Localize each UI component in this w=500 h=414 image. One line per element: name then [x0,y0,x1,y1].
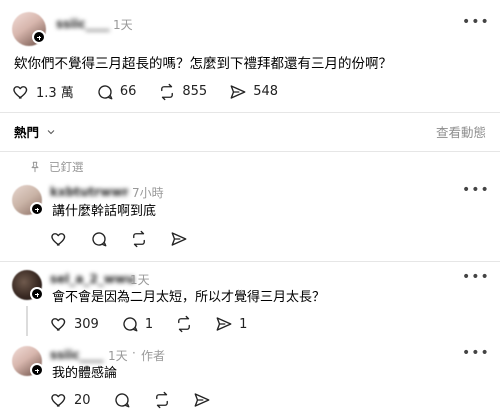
more-options-icon[interactable]: ••• [462,14,490,30]
reply-timestamp: 1天 [130,273,150,287]
like-button[interactable]: 1.3 萬 [12,82,74,101]
reply-username[interactable]: sel_a_2_wwu [50,272,135,286]
heart-icon [51,394,66,407]
more-options-icon[interactable]: ••• [462,345,490,361]
comment-icon [98,84,113,99]
repost-icon [161,83,174,100]
like-button[interactable]: 20 [50,391,91,409]
reply-actions [50,230,210,248]
comment-button[interactable] [90,230,108,248]
repost-count: 855 [182,84,208,99]
like-count: 309 [74,316,99,332]
view-activity-link[interactable]: 查看動態 [436,122,486,141]
post-body-text: 欸你們不覺得三月超長的嗎？怎麼到下禮拜都還有三月的份啊？ [14,56,392,72]
share-button[interactable] [170,230,188,248]
follow-plus-badge[interactable] [30,287,44,301]
share-icon [194,393,209,407]
follow-plus-badge[interactable] [32,30,46,44]
thread-line [26,306,28,336]
comment-button[interactable]: 1 [121,315,153,333]
like-count: 1.3 萬 [36,86,74,101]
comment-count: 1 [144,316,154,332]
post-actions: 1.3 萬 66 855 548 [12,82,300,101]
reply-timestamp: 1天 [108,349,128,363]
more-options-icon[interactable]: ••• [462,182,490,198]
comment-icon [123,317,138,332]
repost-icon [155,391,168,409]
chevron-down-icon [47,129,55,134]
heart-icon [51,318,66,331]
sort-dropdown[interactable]: 熱門 [14,122,57,141]
sort-label: 熱門 [14,125,40,140]
share-icon [230,84,246,99]
post-timestamp: 1天 [113,18,133,32]
share-icon [171,232,187,246]
share-button[interactable]: 548 [229,83,278,101]
reply-actions: 20 [50,391,233,409]
repost-button[interactable] [175,315,193,333]
pinned-indicator: 已釘選 [28,159,84,175]
separator-dot: · [132,346,136,360]
repost-icon [133,230,145,248]
divider [0,261,500,262]
repost-button[interactable]: 855 [158,83,207,101]
reply-body-text: 會不會是因為二月太短，所以才覺得三月太長？ [52,290,326,305]
comment-button[interactable] [113,391,131,409]
follow-plus-badge[interactable] [30,202,44,216]
more-options-icon[interactable]: ••• [462,269,490,285]
divider [0,112,500,113]
post-author-username[interactable]: ssiic____ [56,17,110,31]
comment-icon [92,232,107,247]
reply-username[interactable]: kxbtutrwwmyyy [50,185,128,199]
reply-body-text: 講什麼幹話啊到底 [52,204,157,219]
share-button[interactable]: 1 [215,315,247,333]
repost-icon [178,315,191,333]
share-count: 548 [253,84,279,99]
reply-body-text: 我的體感論 [52,366,118,381]
comment-count: 66 [119,84,137,99]
pinned-label: 已釘選 [49,160,84,174]
author-badge: 作者 [141,349,166,363]
pin-icon [31,161,39,173]
repost-button[interactable] [130,230,148,248]
like-count: 20 [74,392,91,408]
share-button[interactable] [193,391,211,409]
reply-actions: 309 1 1 [50,315,269,333]
repost-button[interactable] [153,391,171,409]
reply-username[interactable]: ssiic____ [50,348,104,362]
heart-icon [51,233,66,246]
comment-button[interactable]: 66 [96,83,137,101]
share-icon [216,317,232,331]
like-button[interactable] [50,230,68,248]
divider [0,151,500,152]
share-count: 1 [239,316,248,332]
like-button[interactable]: 309 [50,315,99,333]
reply-timestamp: 7小時 [132,186,164,200]
comment-icon [114,393,129,408]
follow-plus-badge[interactable] [30,363,44,377]
heart-icon [13,85,28,99]
